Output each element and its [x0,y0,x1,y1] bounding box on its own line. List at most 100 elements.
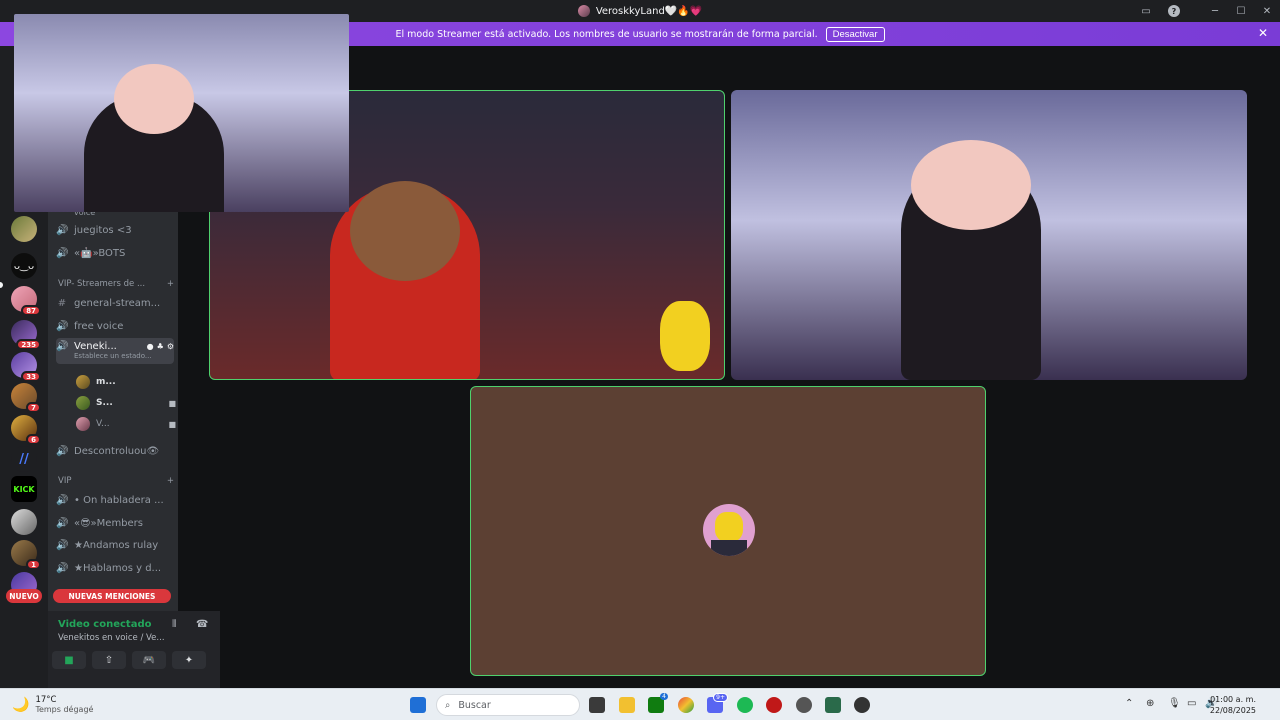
disable-streamer-mode-button[interactable]: Desactivar [825,26,885,42]
channel-name: «🤖»BOTS [74,247,126,259]
speaker-icon: 🔊 [56,247,69,259]
new-mentions-button[interactable]: NUEVAS MENCIONES [53,589,171,603]
spotify-icon[interactable] [737,697,753,713]
disconnect-icon[interactable]: ☎ [196,619,208,630]
app-icon[interactable] [854,697,870,713]
moon-icon: 🌙 [12,696,30,713]
server-avatar [577,5,590,17]
voice-channel[interactable]: 🔊 ★Andamos rulay [56,535,174,555]
user-name: V... [96,419,110,429]
kick-server-icon[interactable]: KICK [11,476,37,502]
close-icon[interactable]: ✕ [1258,26,1268,40]
user-name: S... [96,398,113,408]
server-icon[interactable] [11,216,37,242]
mention-badge: 235 [16,339,41,350]
channel-name: ★Andamos rulay [74,539,159,551]
task-view-icon[interactable] [589,697,605,713]
soundboard-button[interactable]: ✦ [172,651,206,669]
channel-status[interactable]: Establece un estado... [74,352,174,360]
voice-channel[interactable]: 🔊 ★Hablamos y d... [56,558,174,578]
minimize-icon[interactable]: ─ [1202,0,1228,22]
server-icon[interactable]: 87 [11,286,41,316]
server-icon[interactable]: // [11,446,37,472]
weather-widget[interactable]: 🌙 17°C Temps dégagé [12,695,93,714]
server-icon[interactable] [11,509,37,535]
chat-icon[interactable]: ● [147,342,154,351]
clock[interactable]: 01:00 a. m. 22/08/2025 [1210,694,1256,716]
date: 22/08/2025 [1209,706,1256,715]
server-icon[interactable]: 7 [11,383,41,413]
avatar [703,504,755,556]
tray-app-icon[interactable]: ⊕ [1146,698,1154,709]
voice-channel[interactable]: 🔊 «😎»Members [56,513,174,533]
channel-name: Veneki... [74,341,117,352]
category-header[interactable]: VIP- Streamers de ... + [58,279,174,289]
hash-icon: # [57,297,67,309]
user-name: m... [96,377,116,387]
xbox-icon[interactable]: 4 [648,693,668,713]
kick-logo-text: KICK [13,484,35,494]
weather-desc: Temps dégagé [35,705,94,714]
add-channel-icon[interactable]: + [167,279,174,289]
discord-icon[interactable]: 9+ [707,693,728,713]
app-icon[interactable] [766,697,782,713]
app-icon[interactable] [825,697,841,713]
voice-channel[interactable]: 🔊 Descontroluou👁 [56,441,174,461]
camera-button[interactable]: ■ [52,651,86,669]
activity-button[interactable]: 🎮 [132,651,166,669]
close-icon[interactable]: ✕ [1254,0,1280,22]
file-explorer-icon[interactable] [619,697,635,713]
voice-user[interactable]: S... ■ [76,394,176,412]
video-tile-no-camera[interactable] [470,386,986,676]
voice-user[interactable]: m... [76,373,176,391]
invite-icon[interactable]: ♣ [157,342,164,351]
speaker-icon: 🔊 [56,517,69,529]
video-tile[interactable] [731,90,1247,380]
category-header[interactable]: VIP + [58,476,174,486]
window-title: VeroskkyLand🤍🔥💗 [577,5,702,17]
maximize-icon[interactable]: ☐ [1228,0,1254,22]
category-name: VIP- Streamers de ... [58,279,146,289]
voice-user[interactable]: V... ■ [76,415,176,433]
server-icon[interactable]: 33 [11,352,41,382]
taskbar-search[interactable]: ⌕ Buscar [436,694,580,716]
speaker-icon: 🔊 [56,494,69,506]
speaker-icon: 🔊 [56,320,69,332]
voice-channel[interactable]: 🔊 free voice [56,316,174,336]
help-icon[interactable]: ? [1160,0,1188,22]
channel-name: free voice [74,320,124,332]
voice-channel[interactable]: 🔊 • On habladera ... [56,490,174,510]
voice-channel-path[interactable]: Venekitos en voice / Ve... [58,633,165,643]
text-channel[interactable]: # general-stream... [56,293,174,313]
voice-status[interactable]: Video conectado [58,619,151,630]
search-icon: ⌕ [445,699,451,711]
screen-share-button[interactable]: ⇧ [92,651,126,669]
windows-start-icon[interactable] [410,697,426,713]
obs-icon[interactable] [796,697,812,713]
mention-badge: 6 [26,434,41,445]
network-icon[interactable]: ▭ [1187,698,1196,709]
server-icon[interactable]: ᴗ‿ᴗ [11,253,37,279]
participant-video [114,64,194,134]
channel-name: • On habladera ... [74,494,164,506]
add-channel-icon[interactable]: + [167,476,174,486]
server-icon[interactable]: 235 [11,320,41,350]
server-icon[interactable]: 1 [11,540,41,570]
voice-channel[interactable]: 🔊 «🤖»BOTS [56,243,174,263]
noise-suppression-icon[interactable]: ⦀ [172,619,176,630]
gear-icon[interactable]: ⚙ [167,342,174,351]
microphone-icon[interactable]: 🎙 [1168,698,1181,709]
active-voice-channel[interactable]: 🔊 Veneki... ● ♣ ⚙ Establece un estado... [56,338,174,364]
voice-channel[interactable]: 🔊 juegitos <3 [56,220,174,240]
inbox-icon[interactable]: ▭ [1132,0,1160,22]
avatar [76,417,90,431]
taskbar: 🌙 17°C Temps dégagé ⌕ Buscar 4 9+ ⌃ ⊕ 🎙 … [0,688,1280,720]
speaker-icon: 🔊 [56,341,69,352]
voice-connection-panel: Video conectado Venekitos en voice / Ve.… [48,611,220,688]
pip-self-view[interactable] [14,14,349,212]
new-button[interactable]: NUEVO [6,589,42,603]
channel-name: ★Hablamos y d... [74,562,162,574]
chrome-icon[interactable] [678,697,694,713]
server-icon[interactable]: 6 [11,415,41,445]
chevron-up-icon[interactable]: ⌃ [1125,698,1133,709]
